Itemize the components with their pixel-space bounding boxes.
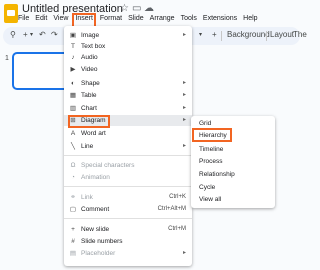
word-art-icon: A [70, 130, 76, 137]
slide-thumbnail[interactable] [12, 52, 72, 90]
undo-icon[interactable]: ↶ [39, 30, 46, 39]
menu-item-animation: ◔ Animation [64, 172, 192, 183]
menu-divider [64, 186, 192, 187]
menu-item-link: ⚭ Link Ctrl+K [70, 194, 186, 201]
menu-item-shape[interactable]: ◐ Shape ▸ [64, 78, 192, 89]
toolbar-divider [221, 31, 222, 41]
audio-icon: ♪ [71, 54, 75, 61]
submenu-item-process[interactable]: Process [199, 158, 222, 165]
background-button[interactable]: Background [227, 30, 270, 39]
shape-icon: ◐ [71, 80, 75, 87]
chevron-right-icon: ▸ [182, 143, 186, 149]
search-menus-icon[interactable]: ⚲ [10, 30, 16, 39]
menu-item-line[interactable]: ╲ Line ▸ [64, 141, 192, 152]
submenu-item-grid[interactable]: Grid [199, 120, 211, 127]
comment-icon: ▢ [69, 206, 77, 213]
placeholder-icon: ▤ [69, 250, 77, 257]
new-slide-icon: + [71, 226, 75, 233]
hierarchy-highlight-box [192, 128, 232, 142]
move-folder-icon[interactable]: ▭ [132, 3, 141, 14]
menu-extensions[interactable]: Extensions [203, 15, 237, 27]
menu-item-image[interactable]: ▣ Image ▸ [64, 30, 192, 41]
menu-edit[interactable]: Edit [35, 15, 47, 27]
menu-item-comment[interactable]: ▢ Comment Ctrl+Alt+M [64, 204, 192, 215]
submenu-item-timeline[interactable]: Timeline [199, 146, 223, 153]
menu-help[interactable]: Help [243, 15, 257, 27]
submenu-item-cycle[interactable]: Cycle [199, 184, 215, 191]
link-icon: ⚭ [70, 194, 76, 201]
menu-item-video[interactable]: ▶ Video [64, 64, 192, 75]
cloud-status-icon[interactable]: ☁ [144, 3, 154, 14]
menu-item-new-slide[interactable]: + New slide Ctrl+M [64, 224, 192, 235]
chevron-right-icon: ▸ [182, 92, 186, 98]
slide-numbers-icon: # [71, 238, 75, 245]
slides-logo[interactable] [4, 4, 18, 23]
zoom-chevron-icon[interactable]: ▾ [199, 31, 202, 38]
image-icon: ▣ [69, 32, 77, 39]
insert-menu: ▣ Image ▸ T Text box ♪ Audio ▶ Video ◐ Shape ▸ … [64, 26, 192, 266]
chevron-right-icon: ▸ [182, 105, 186, 111]
menu-divider [64, 218, 192, 219]
add-icon[interactable]: + [212, 30, 217, 39]
animation-icon: ◔ [71, 174, 75, 181]
chevron-right-icon: ▸ [182, 117, 186, 123]
document-title[interactable]: Untitled presentation [22, 3, 123, 15]
redo-icon[interactable]: ↷ [51, 30, 58, 39]
menu-divider [64, 155, 192, 156]
chevron-right-icon: ▸ [182, 80, 186, 86]
menu-item-audio[interactable]: ♪ Audio [64, 52, 192, 63]
menu-item-text-box[interactable]: T Text box [64, 41, 192, 52]
menu-item-table[interactable]: ▦ Table ▸ [64, 90, 192, 101]
chevron-right-icon: ▸ [182, 32, 186, 38]
chart-icon: ▥ [69, 105, 77, 112]
chevron-down-icon[interactable]: ▾ [30, 31, 33, 38]
menu-item-slide-numbers[interactable]: # Slide numbers [64, 236, 192, 247]
submenu-item-relationship[interactable]: Relationship [199, 171, 235, 178]
layout-button[interactable]: Layout [270, 30, 294, 39]
text-box-icon: T [71, 43, 75, 50]
menu-item-special-characters: Ω Special characters [70, 162, 135, 169]
slide-number: 1 [5, 55, 9, 62]
line-icon: ╲ [71, 143, 75, 150]
new-slide-toolbar-icon[interactable]: + [23, 30, 28, 39]
video-icon: ▶ [70, 66, 76, 73]
menu-file[interactable]: File [18, 15, 29, 27]
theme-button[interactable]: The [293, 30, 307, 39]
star-icon[interactable]: ☆ [120, 3, 129, 14]
menu-item-word-art[interactable]: A Word art [64, 128, 192, 139]
chevron-right-icon: ▸ [182, 250, 186, 256]
special-characters-icon: Ω [70, 162, 76, 169]
diagram-highlight-box [68, 115, 110, 128]
menu-item-placeholder: ▤ Placeholder ▸ [69, 250, 186, 257]
toolbar-divider [266, 31, 267, 41]
submenu-item-view-all[interactable]: View all [199, 196, 221, 203]
table-icon: ▦ [69, 92, 77, 99]
menu-item-chart[interactable]: ▥ Chart ▸ [64, 103, 192, 114]
